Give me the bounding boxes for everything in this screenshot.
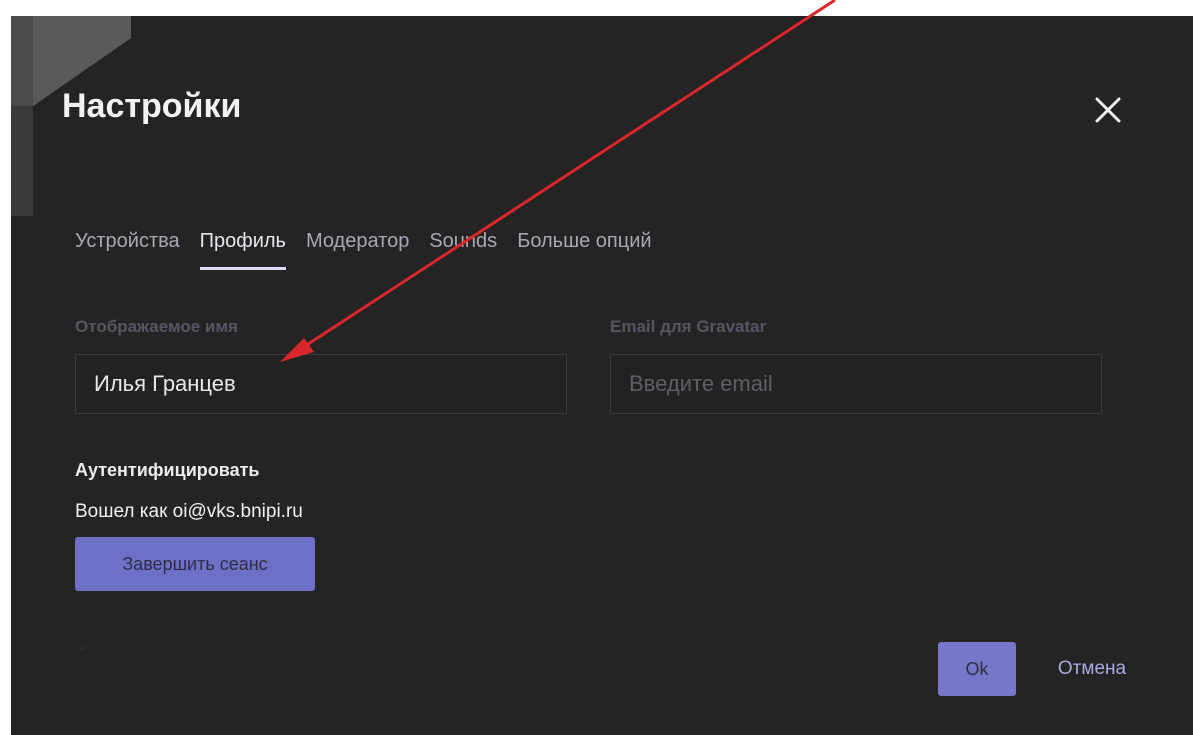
display-name-input[interactable]	[75, 354, 567, 414]
logged-in-status: Вошел как oi@vks.bnipi.ru	[75, 501, 303, 522]
cancel-button[interactable]: Отмена	[1036, 642, 1148, 696]
settings-tabs: Устройства Профиль Модератор Sounds Боль…	[75, 226, 672, 270]
gravatar-email-input[interactable]	[610, 354, 1102, 414]
dialog-title: Настройки	[62, 87, 242, 125]
close-button[interactable]	[1088, 90, 1128, 130]
tab-sounds[interactable]: Sounds	[429, 226, 497, 270]
close-icon	[1095, 97, 1121, 123]
display-name-label: Отображаемое имя	[75, 317, 238, 336]
auth-section-title: Аутентифицировать	[75, 460, 260, 480]
faint-mark: ▪	[80, 640, 85, 656]
logout-button[interactable]: Завершить сеанс	[75, 537, 315, 591]
tab-moderator[interactable]: Модератор	[306, 226, 409, 270]
tab-devices[interactable]: Устройства	[75, 226, 180, 270]
tab-profile[interactable]: Профиль	[199, 226, 286, 270]
tab-more-options[interactable]: Больше опций	[517, 226, 651, 270]
ok-button[interactable]: Ok	[938, 642, 1016, 696]
screenshot-page: Настройки Устройства Профиль Модератор S…	[0, 0, 1193, 735]
gravatar-email-label: Email для Gravatar	[610, 317, 767, 336]
